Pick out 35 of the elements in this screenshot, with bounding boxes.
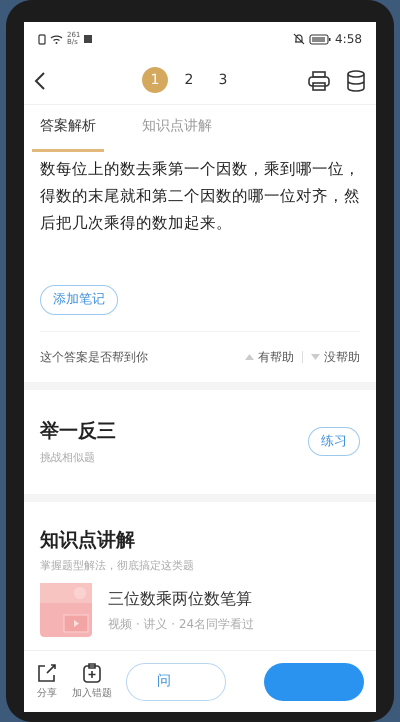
practice-button[interactable]: 练习 <box>308 426 360 456</box>
page-number[interactable]: 3 <box>210 67 236 93</box>
section-title: 举一反三 <box>40 419 116 444</box>
add-note-button[interactable]: 添加笔记 <box>40 285 118 314</box>
primary-button[interactable] <box>264 662 364 700</box>
up-triangle-icon <box>245 354 254 360</box>
toolbar-button[interactable]: 加入错题 <box>72 662 112 701</box>
notification-icon <box>84 35 92 43</box>
down-triangle-icon <box>311 354 320 360</box>
print-button[interactable] <box>308 68 330 92</box>
printer-icon <box>308 70 330 91</box>
time-text: 4:58 <box>335 31 362 48</box>
wifi-icon <box>50 34 63 44</box>
section-title: 知识点讲解 <box>40 528 136 552</box>
video-title: 三位数乘两位数笔算 <box>108 588 253 610</box>
back-icon <box>34 70 46 91</box>
page-number[interactable]: 2 <box>176 67 202 93</box>
toolbar-button[interactable]: 分享 <box>36 662 58 701</box>
helpful-button[interactable]: 有帮助 <box>245 348 294 366</box>
ask-button[interactable]: 问 <box>126 662 226 700</box>
video-item[interactable]: 三位数乘两位数笔算 视频 · 讲义 · 24名同学看过 <box>40 582 360 636</box>
tab[interactable]: 知识点讲解 <box>134 106 220 152</box>
unhelpful-button[interactable]: 没帮助 <box>311 348 360 366</box>
share-icon <box>36 662 58 684</box>
database-icon <box>346 70 366 92</box>
section-subtitle: 挑战相似题 <box>40 450 96 466</box>
sim-icon <box>38 34 46 44</box>
feedback-question: 这个答案是否帮到你 <box>40 348 148 366</box>
battery-icon <box>309 34 332 44</box>
answer-text: 数每位上的数去乘第一个因数，乘到哪一位，得数的末尾就和第二个因数的哪一位对齐，然后把几次乘得的数加起来。 <box>40 159 360 234</box>
muted-bell-icon <box>293 33 306 45</box>
add-icon <box>81 662 103 684</box>
section-subtitle: 掌握题型解法，彻底搞定这类题 <box>40 558 195 574</box>
stack-button[interactable] <box>346 68 366 92</box>
video-meta: 视频 · 讲义 · 24名同学看过 <box>108 616 254 632</box>
